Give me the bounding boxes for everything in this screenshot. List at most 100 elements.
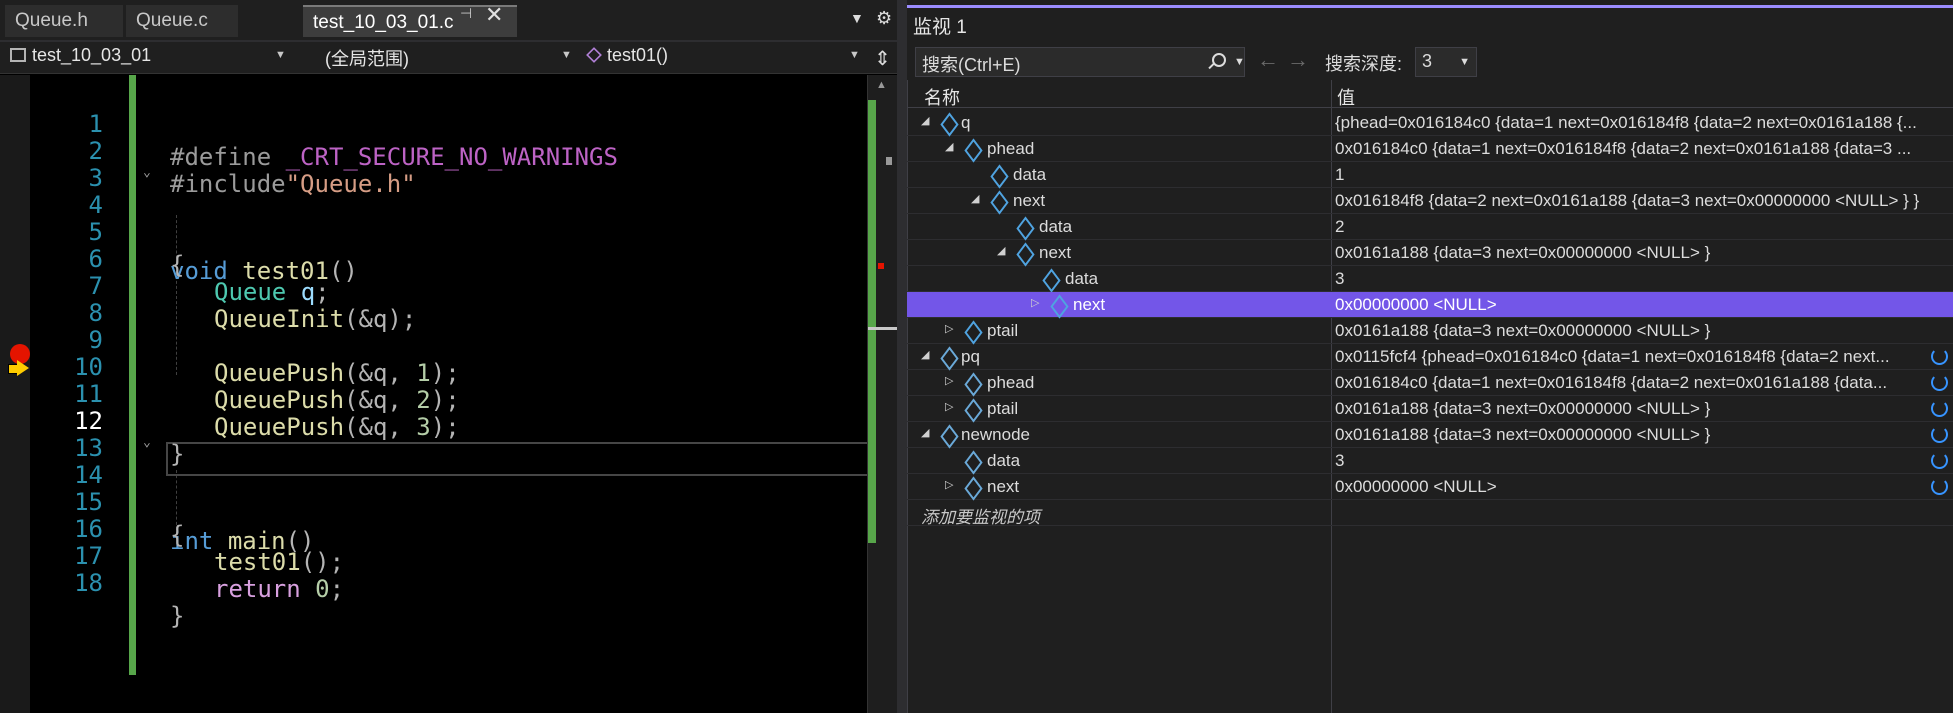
expand-arrow-icon[interactable]: ▷ bbox=[945, 400, 953, 413]
project-icon bbox=[10, 48, 26, 62]
variable-icon bbox=[1015, 244, 1033, 262]
pane-splitter[interactable] bbox=[897, 0, 907, 713]
split-window-icon[interactable]: ⇕ bbox=[874, 46, 891, 71]
variable-icon bbox=[939, 114, 957, 132]
collapse-arrow-icon[interactable]: ◢ bbox=[921, 426, 929, 439]
active-accent-line bbox=[907, 5, 1953, 8]
refresh-icon[interactable] bbox=[1929, 450, 1949, 470]
watch-row[interactable]: ▷ ptail 0x0161a188 {data=3 next=0x000000… bbox=[907, 396, 1953, 422]
chevron-down-icon: ▼ bbox=[561, 49, 572, 61]
variable-icon bbox=[939, 348, 957, 366]
scope-label: (全局范围) bbox=[325, 49, 409, 69]
variable-icon bbox=[939, 426, 957, 444]
function-dropdown[interactable]: test01() ▼ bbox=[586, 45, 860, 71]
search-next-icon[interactable]: → bbox=[1287, 47, 1309, 73]
vertical-scrollbar[interactable]: ▲ bbox=[867, 75, 898, 713]
expand-arrow-icon[interactable]: ▷ bbox=[945, 478, 953, 491]
watch-row[interactable]: ◢ next 0x0161a188 {data=3 next=0x0000000… bbox=[907, 240, 1953, 266]
project-dropdown[interactable]: test_10_03_01 ▼ bbox=[10, 45, 290, 71]
tab-overflow-icon[interactable]: ▼ bbox=[850, 10, 864, 26]
scope-dropdown[interactable]: (全局范围) ▼ bbox=[325, 45, 572, 71]
collapse-arrow-icon[interactable]: ◢ bbox=[921, 348, 929, 361]
variable-icon bbox=[989, 192, 1007, 210]
watch-grid: 名称 值 ◢ q {phead=0x016184c0 {data=1 next=… bbox=[907, 80, 1953, 713]
document-tab-bar: Queue.h Queue.c test_10_03_01.c ⊣ ✕ ▼ ⚙ bbox=[0, 0, 897, 42]
watch-row[interactable]: ▷ next 0x00000000 <NULL> bbox=[907, 474, 1953, 500]
scrollbar-thumb[interactable] bbox=[886, 157, 892, 165]
expand-arrow-icon[interactable]: ▷ bbox=[945, 374, 953, 387]
watch-window: 监视 1 搜索(Ctrl+E) ▼ ← → 搜索深度: 3 ▼ 名称 值 ◢ q… bbox=[907, 0, 1953, 713]
search-previous-icon[interactable]: ← bbox=[1257, 47, 1279, 73]
expand-arrow-icon[interactable]: ▷ bbox=[1031, 296, 1039, 309]
tab-queue-c[interactable]: Queue.c bbox=[126, 5, 238, 37]
gear-icon[interactable]: ⚙ bbox=[876, 8, 892, 29]
variable-icon bbox=[1041, 270, 1059, 288]
watch-row-selected[interactable]: ▷ next 0x00000000 <NULL> bbox=[907, 292, 1953, 318]
refresh-icon[interactable] bbox=[1929, 346, 1949, 366]
refresh-icon[interactable] bbox=[1929, 476, 1949, 496]
search-placeholder: 搜索(Ctrl+E) bbox=[922, 55, 1021, 75]
close-icon[interactable]: ✕ bbox=[485, 2, 503, 28]
watch-row[interactable]: ◢ next 0x016184f8 {data=2 next=0x0161a18… bbox=[907, 188, 1953, 214]
collapse-arrow-icon[interactable]: ◢ bbox=[997, 244, 1005, 257]
scroll-up-icon[interactable]: ▲ bbox=[876, 79, 887, 91]
line-number: 18 bbox=[74, 569, 103, 597]
refresh-icon[interactable] bbox=[1929, 398, 1949, 418]
function-label: test01() bbox=[607, 45, 669, 65]
column-value-header[interactable]: 值 bbox=[1337, 84, 1355, 110]
variable-icon bbox=[963, 322, 981, 340]
search-depth-select[interactable]: 3 ▼ bbox=[1415, 47, 1477, 77]
breakpoint-marker bbox=[878, 263, 884, 269]
variable-icon bbox=[963, 452, 981, 470]
variable-icon bbox=[1049, 296, 1067, 314]
watch-row[interactable]: ◢ phead 0x016184c0 {data=1 next=0x016184… bbox=[907, 136, 1953, 162]
search-input[interactable]: 搜索(Ctrl+E) ▼ bbox=[915, 47, 1245, 77]
column-header: 名称 值 bbox=[907, 80, 1953, 108]
chevron-down-icon: ▼ bbox=[1459, 56, 1470, 68]
watch-row[interactable]: ◢ pq 0x0115fcf4 {phead=0x016184c0 {data=… bbox=[907, 344, 1953, 370]
watch-title-bar: 监视 1 bbox=[907, 0, 1953, 42]
variable-icon bbox=[963, 140, 981, 158]
collapse-arrow-icon[interactable]: ◢ bbox=[971, 192, 979, 205]
navigation-bar: test_10_03_01 ▼ (全局范围) ▼ test01() ▼ ⇕ bbox=[0, 42, 897, 74]
watch-row[interactable]: ▷ ptail 0x0161a188 {data=3 next=0x000000… bbox=[907, 318, 1953, 344]
chevron-down-icon: ▼ bbox=[275, 49, 286, 61]
code-editor-pane: Queue.h Queue.c test_10_03_01.c ⊣ ✕ ▼ ⚙ … bbox=[0, 0, 898, 713]
pin-icon[interactable]: ⊣ bbox=[460, 5, 472, 22]
variable-icon bbox=[1015, 218, 1033, 236]
refresh-icon[interactable] bbox=[1929, 372, 1949, 392]
watch-row[interactable]: ◢ q {phead=0x016184c0 {data=1 next=0x016… bbox=[907, 110, 1953, 136]
variable-icon bbox=[989, 166, 1007, 184]
watch-row[interactable]: data 1 bbox=[907, 162, 1953, 188]
caret-position-marker bbox=[868, 327, 898, 330]
watch-row[interactable]: data 3 bbox=[907, 266, 1953, 292]
code-area[interactable]: 1 #define _CRT_SECURE_NO_WARNINGS 2 #inc… bbox=[30, 75, 893, 713]
tab-label: test_10_03_01.c bbox=[313, 12, 454, 33]
variable-icon bbox=[963, 400, 981, 418]
watch-row[interactable]: ▷ phead 0x016184c0 {data=1 next=0x016184… bbox=[907, 370, 1953, 396]
watch-row[interactable]: data 3 bbox=[907, 448, 1953, 474]
collapse-arrow-icon[interactable]: ◢ bbox=[921, 114, 929, 127]
variable-icon bbox=[963, 478, 981, 496]
tab-queue-h[interactable]: Queue.h bbox=[5, 5, 123, 37]
code-line: 18 } bbox=[30, 534, 867, 630]
watch-toolbar: 搜索(Ctrl+E) ▼ ← → 搜索深度: 3 ▼ bbox=[907, 42, 1953, 78]
collapse-arrow-icon[interactable]: ◢ bbox=[945, 140, 953, 153]
glyph-margin[interactable] bbox=[0, 75, 30, 713]
chevron-down-icon[interactable]: ▼ bbox=[1234, 56, 1245, 68]
column-name-header[interactable]: 名称 bbox=[924, 84, 960, 110]
add-watch-placeholder[interactable]: 添加要监视的项 bbox=[921, 503, 1040, 528]
chevron-down-icon: ▼ bbox=[849, 49, 860, 61]
search-depth-label: 搜索深度: bbox=[1325, 54, 1403, 74]
search-icon[interactable] bbox=[1208, 53, 1226, 69]
instruction-pointer-icon bbox=[8, 360, 30, 376]
scrollbar-change-map bbox=[868, 100, 876, 543]
refresh-icon[interactable] bbox=[1929, 424, 1949, 444]
expand-arrow-icon[interactable]: ▷ bbox=[945, 322, 953, 335]
watch-row[interactable]: data 2 bbox=[907, 214, 1953, 240]
add-watch-row[interactable]: 添加要监视的项 bbox=[907, 500, 1953, 528]
watch-row[interactable]: ◢ newnode 0x0161a188 {data=3 next=0x0000… bbox=[907, 422, 1953, 448]
search-depth-value: 3 bbox=[1422, 51, 1433, 71]
variable-icon bbox=[963, 374, 981, 392]
function-icon bbox=[586, 47, 602, 63]
